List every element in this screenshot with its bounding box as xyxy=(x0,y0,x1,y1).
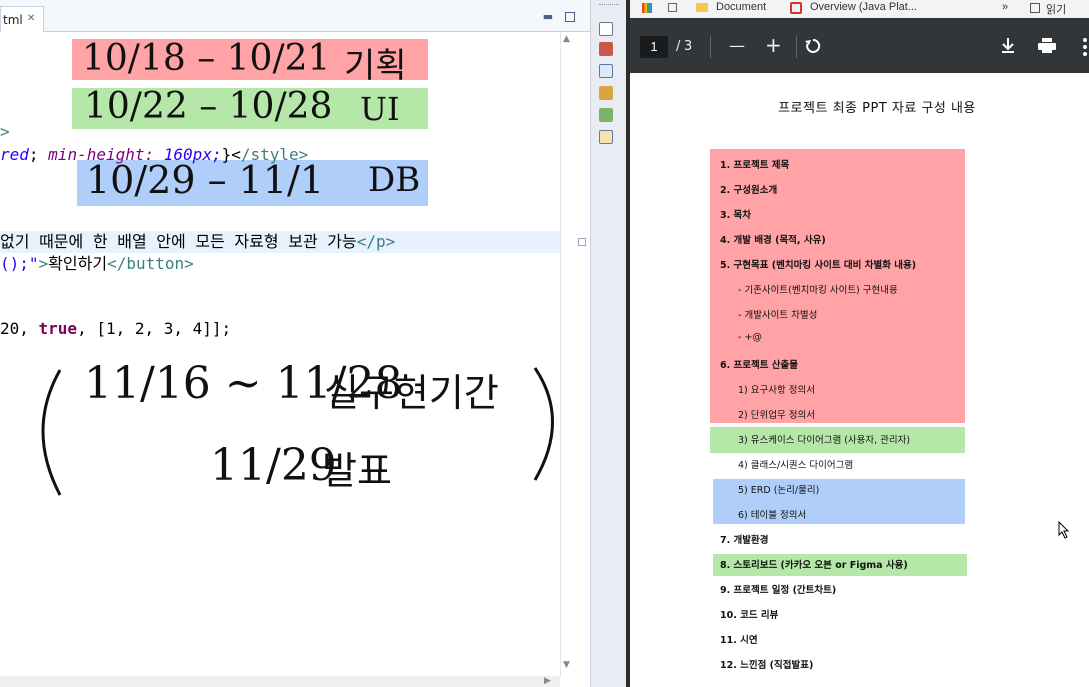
outline-item: 10. 코드 리뷰 xyxy=(720,610,779,621)
page-separator: / xyxy=(676,39,681,54)
outline-item: 6. 프로젝트 산출물 xyxy=(720,360,799,371)
vertical-scrollbar[interactable]: ▲ ▼ xyxy=(560,32,574,677)
bookmark-overview[interactable]: Overview (Java Plat... xyxy=(810,1,917,13)
outline-item: 4) 클래스/시퀀스 다이어그램 xyxy=(738,460,854,471)
editor-tab[interactable]: tml ✕ xyxy=(0,6,44,32)
document-title: 프로젝트 최종 PPT 자료 구성 내용 xyxy=(778,101,976,116)
code-line-current: 없기 때문에 한 배열 안에 모든 자료형 보관 가능</p> xyxy=(0,231,560,253)
toolbar-grip xyxy=(599,4,619,6)
code-line: ();">확인하기</button> xyxy=(0,254,194,273)
outline-item: - +@ xyxy=(738,332,762,343)
outline-item: 7. 개발환경 xyxy=(720,535,769,546)
outline-item: 5. 구현목표 (벤치마킹 사이트 대비 차별화 내용) xyxy=(720,260,917,271)
overview-ruler-mark xyxy=(578,238,586,246)
more-icon[interactable] xyxy=(1082,38,1088,56)
scroll-up-icon[interactable]: ▲ xyxy=(563,34,570,44)
bookmark-reading-list[interactable]: 읽기 xyxy=(1046,1,1066,17)
window-icon[interactable] xyxy=(599,64,613,78)
page-number-input[interactable]: 1 xyxy=(640,36,668,58)
restore-icon[interactable] xyxy=(599,22,613,36)
close-icon[interactable]: ✕ xyxy=(27,13,35,24)
bookmark-document[interactable]: Document xyxy=(716,1,766,13)
outline-item: 12. 느낀점 (직접발표) xyxy=(720,660,814,671)
annotation-present-date: 11/29 xyxy=(210,440,337,491)
mouse-cursor-icon xyxy=(1058,521,1070,539)
pdf-viewer: Document Overview (Java Plat... » 읽기 1 /… xyxy=(630,0,1089,687)
bookmarks-overflow-icon[interactable]: » xyxy=(1002,1,1008,13)
outline-item: 3) 유스케이스 다이어그램 (사용자, 관리자) xyxy=(738,435,911,446)
download-icon[interactable] xyxy=(1000,37,1016,55)
outline-item: 1) 요구사항 정의서 xyxy=(738,385,815,396)
outline-item: 2) 단위업무 정의서 xyxy=(738,410,815,421)
annotation-plan-label: 기획 xyxy=(344,46,407,86)
map-icon[interactable] xyxy=(599,108,613,122)
outline-item: 11. 시연 xyxy=(720,635,758,646)
reading-list-icon[interactable] xyxy=(1030,3,1040,13)
print-icon[interactable] xyxy=(1038,38,1056,54)
code-editor[interactable]: tml ✕ ▬ > red; min-height: 160px;}</styl… xyxy=(0,0,590,687)
annotation-impl-label: 실구현기간 xyxy=(324,371,499,415)
annotation-present-label: 발표 xyxy=(322,449,392,493)
zoom-out-button[interactable]: — xyxy=(729,36,745,56)
folder-icon xyxy=(696,3,708,12)
editor-tab-label: tml xyxy=(3,13,23,27)
bookmarks-bar: Document Overview (Java Plat... » 읽기 xyxy=(630,0,1089,18)
bookmark-page-icon[interactable] xyxy=(668,3,677,12)
outline-item: 9. 프로젝트 일정 (간트차트) xyxy=(720,585,837,596)
page-total: 3 xyxy=(684,39,693,54)
pdf-page: 프로젝트 최종 PPT 자료 구성 내용 1. 프로젝트 제목 2. 구성원소개 3… xyxy=(630,73,1089,687)
horizontal-scrollbar[interactable]: ▶ xyxy=(0,676,560,687)
minimize-icon[interactable]: ▬ xyxy=(542,11,554,23)
outline-item: 6) 테이블 정의서 xyxy=(738,510,807,521)
outline-item: 1. 프로젝트 제목 xyxy=(720,160,790,171)
pdf-toolbar: 1 / 3 — + xyxy=(630,18,1089,73)
annotation-ui-dates: 10/22 – 10/28 xyxy=(84,86,333,127)
annotation-db-dates: 10/29 – 11/1 xyxy=(86,158,325,202)
rotate-icon[interactable] xyxy=(804,37,822,55)
outline-item: - 개발사이트 차별성 xyxy=(738,310,818,321)
outline-item: 8. 스토리보드 (카카오 오븐 or Figma 사용) xyxy=(720,560,908,571)
maximize-icon[interactable] xyxy=(565,12,575,22)
annotation-ui-label: UI xyxy=(360,90,400,128)
document-icon[interactable] xyxy=(599,130,613,144)
code-line: 20, true, [1, 2, 3, 4]]; xyxy=(0,319,232,338)
outline-icon[interactable] xyxy=(599,42,613,56)
outline-item: - 기존사이트(벤치마킹 사이트) 구현내용 xyxy=(738,285,898,296)
toolbar-divider xyxy=(796,36,797,58)
oracle-icon xyxy=(790,2,802,14)
outline-item: 3. 목차 xyxy=(720,210,752,221)
annotation-db-label: DB xyxy=(368,160,421,200)
apps-icon[interactable] xyxy=(642,3,652,13)
editor-tab-bar: tml ✕ ▬ xyxy=(0,0,590,32)
scroll-right-icon[interactable]: ▶ xyxy=(544,676,551,686)
hierarchy-icon[interactable] xyxy=(599,86,613,100)
annotation-plan-dates: 10/18 – 10/21 xyxy=(82,38,331,79)
outline-item: 4. 개발 배경 (목적, 사유) xyxy=(720,235,826,246)
outline-item: 2. 구성원소개 xyxy=(720,185,778,196)
outline-item: 5) ERD (논리/물리) xyxy=(738,485,820,496)
zoom-in-button[interactable]: + xyxy=(765,35,782,55)
toolbar-divider xyxy=(710,36,711,58)
scroll-down-icon[interactable]: ▼ xyxy=(563,660,570,670)
side-toolbar xyxy=(590,0,626,687)
